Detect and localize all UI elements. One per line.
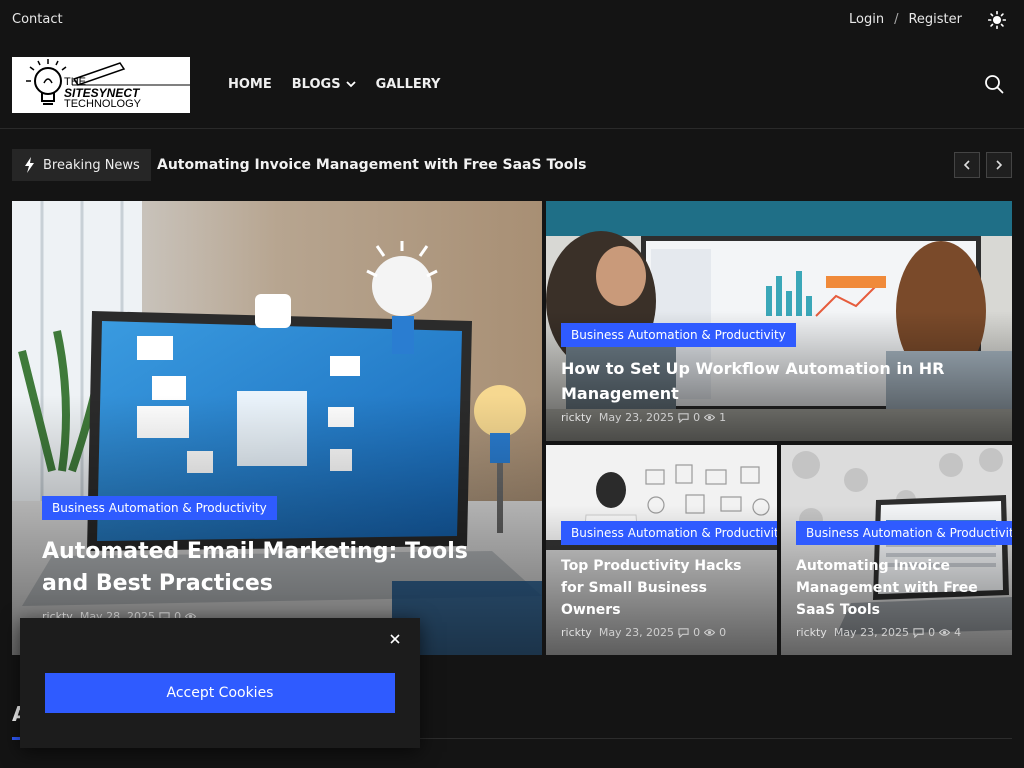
login-link[interactable]: Login (849, 12, 884, 27)
auth-links: Login / Register (849, 12, 962, 27)
sun-icon[interactable] (988, 11, 1006, 29)
nav-item-home[interactable]: HOME (228, 77, 272, 92)
logo-wordmark: THE SITESYNECT TECHNOLOGY (64, 77, 141, 110)
nav-gallery-label: GALLERY (375, 77, 441, 92)
view-count: 0 (719, 626, 727, 639)
accept-cookies-button[interactable]: Accept Cookies (45, 673, 395, 713)
category-badge[interactable]: Business Automation & Productivity (561, 323, 796, 347)
eye-icon (704, 414, 716, 421)
view-count: 4 (954, 626, 962, 639)
logo-line-3: TECHNOLOGY (64, 98, 142, 110)
breaking-news-bar: Breaking News Automating Invoice Managem… (12, 149, 1012, 181)
top-bar: Contact Login / Register (0, 0, 1024, 40)
breaking-news-tag: Breaking News (12, 149, 151, 181)
post-meta: rickty May 23, 2025 0 1 (561, 411, 726, 424)
post-date: May 23, 2025 (598, 411, 675, 424)
comment-icon (678, 413, 689, 423)
post-title[interactable]: Automated Email Marketing: Tools and Bes… (42, 536, 512, 600)
post-author[interactable]: rickty (561, 626, 592, 639)
nav-item-gallery[interactable]: GALLERY (376, 77, 441, 92)
post-title[interactable]: How to Set Up Workflow Automation in HR … (561, 356, 981, 406)
nav-blogs-label: BLOGS (291, 77, 341, 92)
comment-count: 0 (693, 626, 701, 639)
chevron-down-icon (345, 81, 356, 88)
breaking-news-label: Breaking News (43, 157, 140, 173)
breaking-prev-button[interactable] (954, 152, 980, 178)
comment-icon (913, 628, 924, 638)
featured-post-hr[interactable]: Business Automation & Productivity How t… (546, 201, 1012, 441)
chevron-left-icon (963, 160, 970, 170)
featured-post-productivity[interactable]: Business Automation & Productivity Top P… (546, 445, 777, 655)
featured-post-main[interactable]: Business Automation & Productivity Autom… (12, 201, 542, 655)
close-icon[interactable] (388, 632, 402, 646)
main-nav: HOME BLOGS GALLERY (228, 77, 460, 92)
eye-icon (939, 629, 951, 636)
post-date: May 23, 2025 (833, 626, 910, 639)
view-count: 1 (719, 411, 727, 424)
lightning-icon (25, 157, 34, 173)
post-author[interactable]: rickty (561, 411, 592, 424)
category-badge[interactable]: Business Automation & Productivity (796, 521, 1012, 545)
breaking-news-headline[interactable]: Automating Invoice Management with Free … (157, 157, 587, 173)
site-logo[interactable]: THE SITESYNECT TECHNOLOGY (12, 57, 190, 113)
comment-icon (678, 628, 689, 638)
contact-link[interactable]: Contact (12, 12, 63, 27)
cookie-banner: Accept Cookies (20, 618, 420, 748)
post-title[interactable]: Automating Invoice Management with Free … (796, 555, 996, 621)
category-badge[interactable]: Business Automation & Productivity (561, 521, 777, 545)
category-badge[interactable]: Business Automation & Productivity (42, 496, 277, 520)
eye-icon (704, 629, 716, 636)
chevron-right-icon (996, 160, 1003, 170)
register-link[interactable]: Register (908, 12, 962, 27)
featured-post-invoice[interactable]: Business Automation & Productivity Autom… (781, 445, 1012, 655)
site-header: THE SITESYNECT TECHNOLOGY HOME BLOGS GAL… (0, 40, 1024, 129)
nav-item-blogs[interactable]: BLOGS (292, 77, 356, 92)
comment-count: 0 (693, 411, 701, 424)
auth-separator: / (894, 12, 899, 27)
search-icon[interactable] (984, 74, 1004, 94)
post-meta: rickty May 23, 2025 0 4 (796, 626, 961, 639)
post-author[interactable]: rickty (796, 626, 827, 639)
post-date: May 23, 2025 (598, 626, 675, 639)
comment-count: 0 (928, 626, 936, 639)
post-meta: rickty May 23, 2025 0 0 (561, 626, 726, 639)
post-title[interactable]: Top Productivity Hacks for Small Busines… (561, 555, 761, 621)
breaking-next-button[interactable] (986, 152, 1012, 178)
nav-home-label: HOME (228, 77, 272, 92)
